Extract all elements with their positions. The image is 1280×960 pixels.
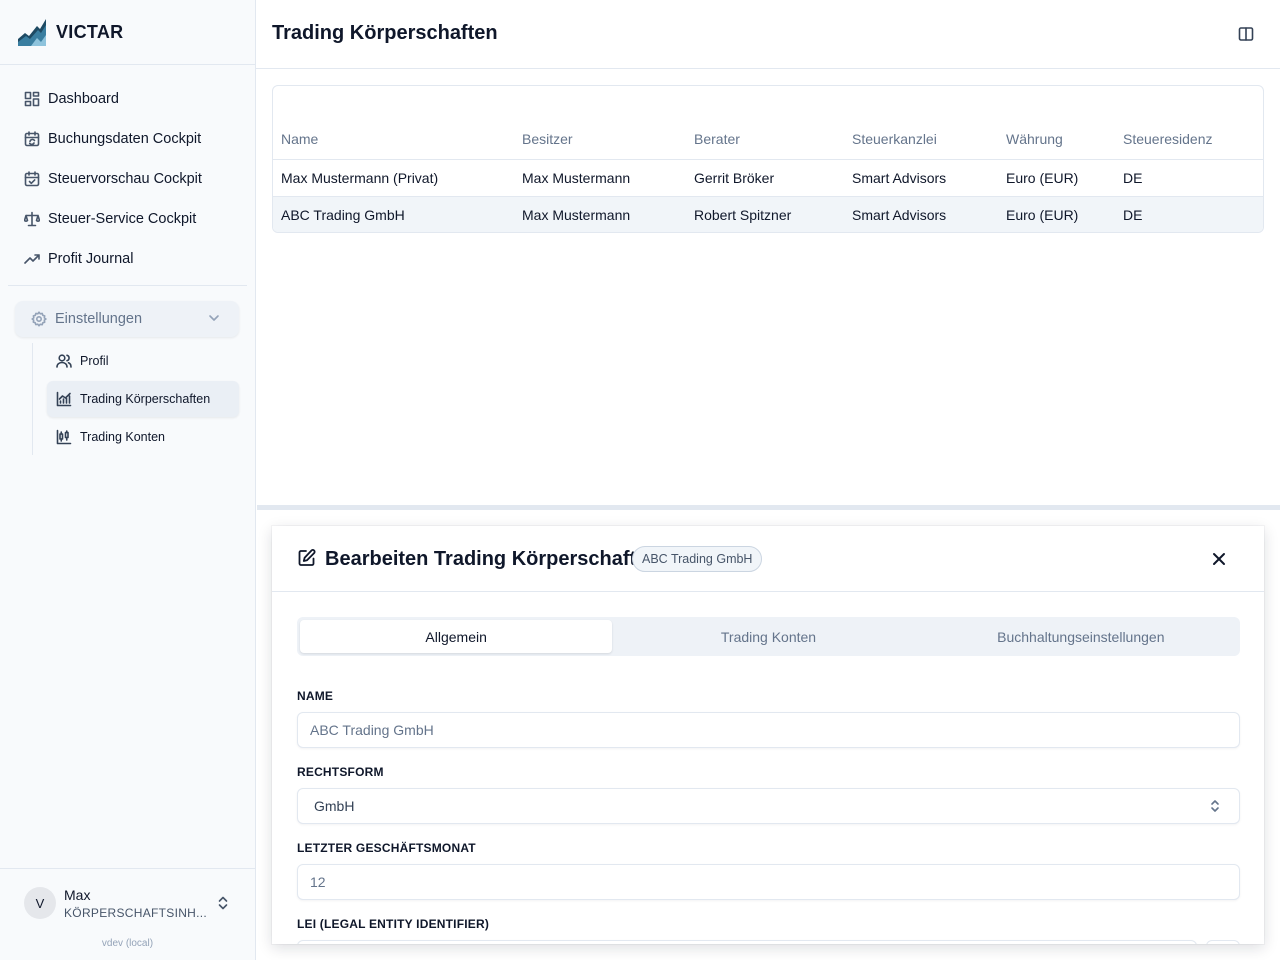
dashboard-icon (24, 91, 40, 107)
column-header-name[interactable]: Name (273, 86, 514, 160)
chevron-down-icon (209, 315, 219, 321)
column-header-berater[interactable]: Berater (686, 86, 844, 160)
name-label: NAME (297, 689, 334, 703)
resize-handle[interactable] (257, 505, 1280, 510)
chevrons-up-down-icon[interactable] (215, 895, 231, 911)
sidebar-item-trading-koerperschaften[interactable]: Trading Körperschaften (47, 381, 239, 417)
close-icon[interactable] (1212, 552, 1226, 566)
cell-steueresidenz: DE (1123, 206, 1143, 223)
edit-panel-header: Bearbeiten Trading Körperschaft ABC Trad… (272, 526, 1264, 592)
tab-allgemein[interactable]: Allgemein (300, 620, 613, 653)
sidebar-item-label: Profit Journal (48, 251, 134, 267)
column-header-besitzer[interactable]: Besitzer (514, 86, 686, 160)
rechtsform-value: GmbH (314, 798, 355, 814)
table-header-row: Name Besitzer Berater Steuerkanzlei Währ… (273, 86, 1263, 160)
geschaeftsmonat-input[interactable] (297, 864, 1240, 900)
lei-input[interactable] (297, 940, 1197, 944)
sidebar-item-label: Trading Konten (80, 430, 166, 444)
main-nav: Dashboard Buchungsdaten Cockpit Steuervo… (0, 65, 255, 279)
sidebar-item-steuer-service[interactable]: Steuer-Service Cockpit (0, 199, 255, 239)
geschaeftsmonat-label: LETZTER GESCHÄFTSMONAT (297, 841, 476, 855)
sidebar-item-label: Steuer-Service Cockpit (48, 211, 197, 227)
cell-berater: Robert Spitzner (694, 206, 792, 223)
sidebar-item-profit-journal[interactable]: Profit Journal (0, 239, 255, 279)
lei-label: LEI (LEGAL ENTITY IDENTIFIER) (297, 917, 490, 931)
user-name: Max (64, 887, 91, 903)
edit-icon (298, 549, 316, 566)
sidebar-item-dashboard[interactable]: Dashboard (0, 79, 255, 119)
candlestick-icon (56, 429, 72, 445)
app-version: vdev (local) (101, 938, 154, 949)
victar-logo-icon (18, 19, 46, 46)
cell-berater: Gerrit Bröker (686, 159, 844, 197)
edit-panel: Bearbeiten Trading Körperschaft ABC Trad… (272, 526, 1264, 944)
column-header-waehrung[interactable]: Währung (998, 86, 1115, 160)
edit-panel-title: Bearbeiten Trading Körperschaft (325, 548, 637, 570)
rechtsform-label: RECHTSFORM (297, 765, 384, 779)
sidebar-item-label: Dashboard (48, 91, 119, 107)
sidebar-item-label: Steuervorschau Cockpit (48, 171, 202, 187)
page-title: Trading Körperschaften (272, 22, 498, 44)
settings-group-label: Einstellungen (55, 311, 143, 327)
nav-divider (8, 285, 247, 286)
sidebar-item-label: Profil (80, 354, 109, 368)
cell-steuerkanzlei: Smart Advisors (844, 159, 998, 197)
scale-icon (24, 211, 40, 227)
calendar-sync-icon (24, 131, 40, 147)
page-header: Trading Körperschaften (256, 0, 1280, 69)
column-header-steuerkanzlei[interactable]: Steuerkanzlei (844, 86, 998, 160)
avatar: V (24, 887, 56, 919)
sidebar-item-label: Trading Körperschaften (80, 392, 211, 406)
column-header-steueresidenz[interactable]: Steueresidenz (1115, 86, 1263, 160)
sidebar-item-buchungsdaten[interactable]: Buchungsdaten Cockpit (0, 119, 255, 159)
rechtsform-select[interactable]: GmbH (297, 788, 1240, 824)
cell-steuerkanzlei: Smart Advisors (852, 206, 947, 223)
entity-badge: ABC Trading GmbH (632, 546, 763, 572)
panel-toggle-icon[interactable] (1238, 26, 1254, 42)
entities-table: Name Besitzer Berater Steuerkanzlei Währ… (272, 85, 1264, 233)
sidebar-item-trading-konten[interactable]: Trading Konten (47, 419, 239, 455)
cell-besitzer: Max Mustermann (514, 159, 686, 197)
tab-trading-konten[interactable]: Trading Konten (612, 620, 924, 653)
settings-icon (31, 311, 47, 327)
user-role: KÖRPERSCHAFTSINH... (64, 906, 208, 920)
table-row[interactable]: ABC Trading GmbH Max Mustermann Robert S… (273, 196, 1263, 232)
sidebar-item-steuervorschau[interactable]: Steuervorschau Cockpit (0, 159, 255, 199)
calendar-check-icon (24, 171, 40, 187)
settings-subnav: Profil Trading Körperschaften Trading Ko… (32, 343, 239, 455)
cell-besitzer: Max Mustermann (522, 206, 631, 223)
sidebar-item-profil[interactable]: Profil (47, 343, 239, 379)
trending-up-icon (24, 254, 40, 264)
settings-group-toggle[interactable]: Einstellungen (15, 301, 239, 337)
users-icon (56, 354, 72, 368)
sidebar-item-label: Buchungsdaten Cockpit (48, 131, 202, 147)
cell-steueresidenz: DE (1115, 159, 1263, 197)
chart-icon (56, 391, 72, 407)
cell-name: Max Mustermann (Privat) (273, 159, 514, 197)
table-row[interactable]: Max Mustermann (Privat) Max Mustermann G… (273, 159, 1263, 197)
cell-waehrung: Euro (EUR) (998, 159, 1115, 197)
edit-tabs: Allgemein Trading Konten Buchhaltungsein… (297, 617, 1240, 656)
cell-waehrung: Euro (EUR) (1006, 206, 1079, 223)
name-input[interactable] (297, 712, 1240, 748)
tab-buchhaltungseinstellungen[interactable]: Buchhaltungseinstellungen (925, 620, 1237, 653)
brand-name: VICTAR (56, 21, 124, 42)
brand[interactable]: VICTAR (0, 0, 255, 65)
sidebar: VICTAR Dashboard Buchungsdaten Cockpit S… (0, 0, 256, 960)
cell-name: ABC Trading GmbH (281, 206, 405, 223)
lei-lookup-button[interactable] (1206, 940, 1240, 944)
chevrons-up-down-icon (1211, 800, 1219, 812)
user-menu[interactable]: V Max KÖRPERSCHAFTSINH... vdev (local) (0, 868, 255, 960)
